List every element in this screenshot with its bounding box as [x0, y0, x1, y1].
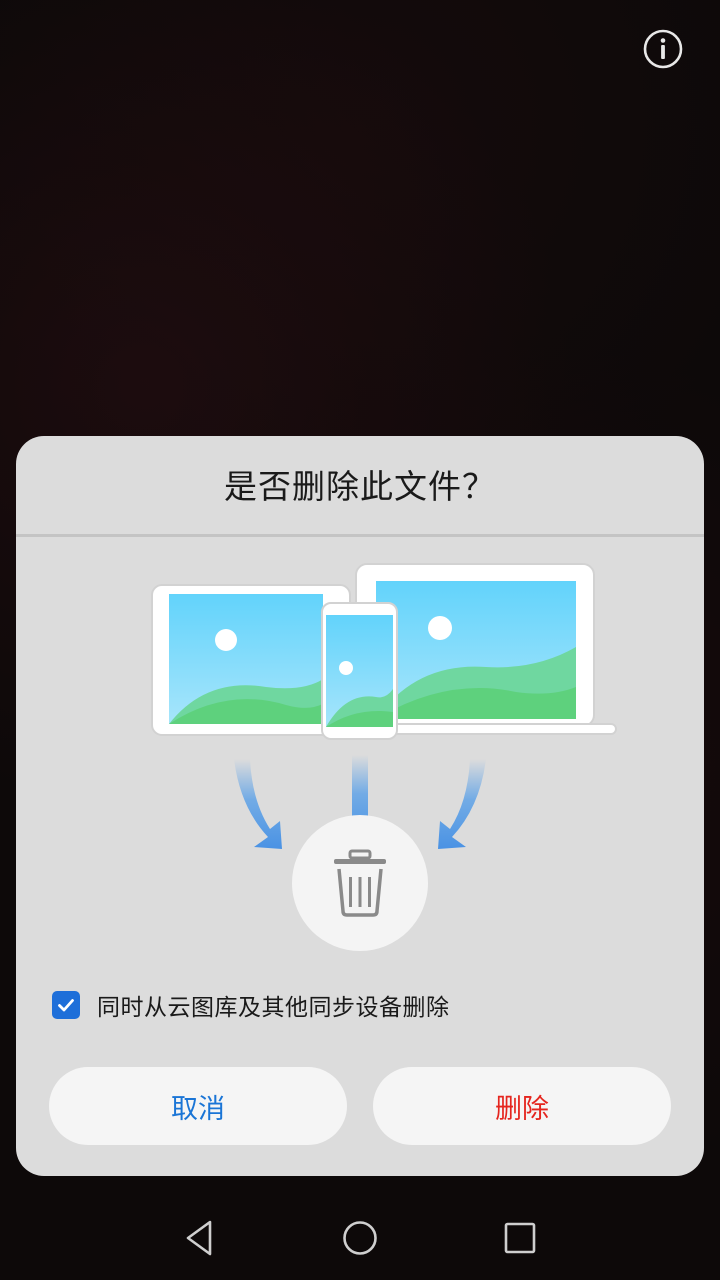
arrow-right-icon	[438, 759, 486, 849]
sync-devices-illustration	[151, 563, 617, 951]
dialog-title: 是否删除此文件？	[224, 467, 496, 506]
checkbox[interactable]	[52, 991, 80, 1019]
trash-icon	[292, 815, 428, 951]
home-icon[interactable]	[338, 1216, 382, 1260]
back-icon[interactable]	[178, 1216, 222, 1260]
delete-from-cloud-option[interactable]: 同时从云图库及其他同步设备删除	[52, 988, 450, 1022]
phone-icon	[321, 602, 398, 740]
info-button[interactable]	[642, 28, 684, 70]
arrow-left-icon	[234, 759, 282, 849]
tablet-icon	[151, 584, 351, 736]
navigation-bar	[0, 1196, 720, 1280]
cancel-button[interactable]: 取消	[49, 1067, 347, 1145]
checkmark-icon	[58, 999, 74, 1012]
delete-button[interactable]: 删除	[373, 1067, 671, 1145]
delete-dialog: 是否删除此文件？ 同时从云图库及其他同步设备删除 取消 删除	[16, 436, 704, 1176]
info-icon	[643, 29, 683, 69]
recents-icon[interactable]	[498, 1216, 542, 1260]
option-label: 同时从云图库及其他同步设备删除	[97, 995, 450, 1021]
